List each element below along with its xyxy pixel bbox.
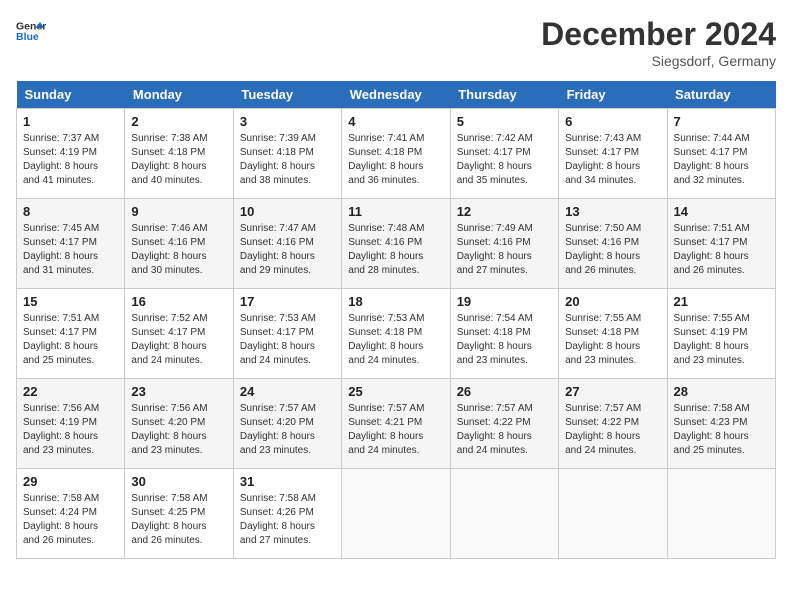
day-14: 14 Sunrise: 7:51 AMSunset: 4:17 PMDaylig…: [667, 199, 775, 289]
day-18: 18 Sunrise: 7:53 AMSunset: 4:18 PMDaylig…: [342, 289, 450, 379]
day-30: 30 Sunrise: 7:58 AMSunset: 4:25 PMDaylig…: [125, 469, 233, 559]
page-header: General Blue December 2024 Siegsdorf, Ge…: [16, 16, 776, 69]
day-22: 22 Sunrise: 7:56 AMSunset: 4:19 PMDaylig…: [17, 379, 125, 469]
empty-cell-4: [667, 469, 775, 559]
header-sunday: Sunday: [17, 81, 125, 109]
month-title: December 2024: [541, 16, 776, 53]
day-1: 1 Sunrise: 7:37 AMSunset: 4:19 PMDayligh…: [17, 109, 125, 199]
day-31: 31 Sunrise: 7:58 AMSunset: 4:26 PMDaylig…: [233, 469, 341, 559]
empty-cell-2: [450, 469, 558, 559]
day-7: 7 Sunrise: 7:44 AMSunset: 4:17 PMDayligh…: [667, 109, 775, 199]
week-row-2: 8 Sunrise: 7:45 AMSunset: 4:17 PMDayligh…: [17, 199, 776, 289]
header-wednesday: Wednesday: [342, 81, 450, 109]
day-24: 24 Sunrise: 7:57 AMSunset: 4:20 PMDaylig…: [233, 379, 341, 469]
day-26: 26 Sunrise: 7:57 AMSunset: 4:22 PMDaylig…: [450, 379, 558, 469]
day-3: 3 Sunrise: 7:39 AMSunset: 4:18 PMDayligh…: [233, 109, 341, 199]
day-19: 19 Sunrise: 7:54 AMSunset: 4:18 PMDaylig…: [450, 289, 558, 379]
week-row-4: 22 Sunrise: 7:56 AMSunset: 4:19 PMDaylig…: [17, 379, 776, 469]
day-17: 17 Sunrise: 7:53 AMSunset: 4:17 PMDaylig…: [233, 289, 341, 379]
weekday-header-row: Sunday Monday Tuesday Wednesday Thursday…: [17, 81, 776, 109]
day-8: 8 Sunrise: 7:45 AMSunset: 4:17 PMDayligh…: [17, 199, 125, 289]
header-saturday: Saturday: [667, 81, 775, 109]
day-27: 27 Sunrise: 7:57 AMSunset: 4:22 PMDaylig…: [559, 379, 667, 469]
day-11: 11 Sunrise: 7:48 AMSunset: 4:16 PMDaylig…: [342, 199, 450, 289]
day-10: 10 Sunrise: 7:47 AMSunset: 4:16 PMDaylig…: [233, 199, 341, 289]
day-2: 2 Sunrise: 7:38 AMSunset: 4:18 PMDayligh…: [125, 109, 233, 199]
title-area: December 2024 Siegsdorf, Germany: [541, 16, 776, 69]
day-15: 15 Sunrise: 7:51 AMSunset: 4:17 PMDaylig…: [17, 289, 125, 379]
day-12: 12 Sunrise: 7:49 AMSunset: 4:16 PMDaylig…: [450, 199, 558, 289]
day-20: 20 Sunrise: 7:55 AMSunset: 4:18 PMDaylig…: [559, 289, 667, 379]
day-25: 25 Sunrise: 7:57 AMSunset: 4:21 PMDaylig…: [342, 379, 450, 469]
week-row-3: 15 Sunrise: 7:51 AMSunset: 4:17 PMDaylig…: [17, 289, 776, 379]
day-13: 13 Sunrise: 7:50 AMSunset: 4:16 PMDaylig…: [559, 199, 667, 289]
empty-cell-1: [342, 469, 450, 559]
day-9: 9 Sunrise: 7:46 AMSunset: 4:16 PMDayligh…: [125, 199, 233, 289]
day-21: 21 Sunrise: 7:55 AMSunset: 4:19 PMDaylig…: [667, 289, 775, 379]
logo-icon: General Blue: [16, 16, 46, 46]
header-tuesday: Tuesday: [233, 81, 341, 109]
day-5: 5 Sunrise: 7:42 AMSunset: 4:17 PMDayligh…: [450, 109, 558, 199]
header-friday: Friday: [559, 81, 667, 109]
day-4: 4 Sunrise: 7:41 AMSunset: 4:18 PMDayligh…: [342, 109, 450, 199]
week-row-1: 1 Sunrise: 7:37 AMSunset: 4:19 PMDayligh…: [17, 109, 776, 199]
empty-cell-3: [559, 469, 667, 559]
week-row-5: 29 Sunrise: 7:58 AMSunset: 4:24 PMDaylig…: [17, 469, 776, 559]
day-29: 29 Sunrise: 7:58 AMSunset: 4:24 PMDaylig…: [17, 469, 125, 559]
logo: General Blue: [16, 16, 50, 46]
day-23: 23 Sunrise: 7:56 AMSunset: 4:20 PMDaylig…: [125, 379, 233, 469]
svg-text:Blue: Blue: [16, 31, 39, 43]
header-thursday: Thursday: [450, 81, 558, 109]
calendar-table: Sunday Monday Tuesday Wednesday Thursday…: [16, 81, 776, 559]
day-28: 28 Sunrise: 7:58 AMSunset: 4:23 PMDaylig…: [667, 379, 775, 469]
header-monday: Monday: [125, 81, 233, 109]
day-16: 16 Sunrise: 7:52 AMSunset: 4:17 PMDaylig…: [125, 289, 233, 379]
location: Siegsdorf, Germany: [541, 53, 776, 69]
day-6: 6 Sunrise: 7:43 AMSunset: 4:17 PMDayligh…: [559, 109, 667, 199]
